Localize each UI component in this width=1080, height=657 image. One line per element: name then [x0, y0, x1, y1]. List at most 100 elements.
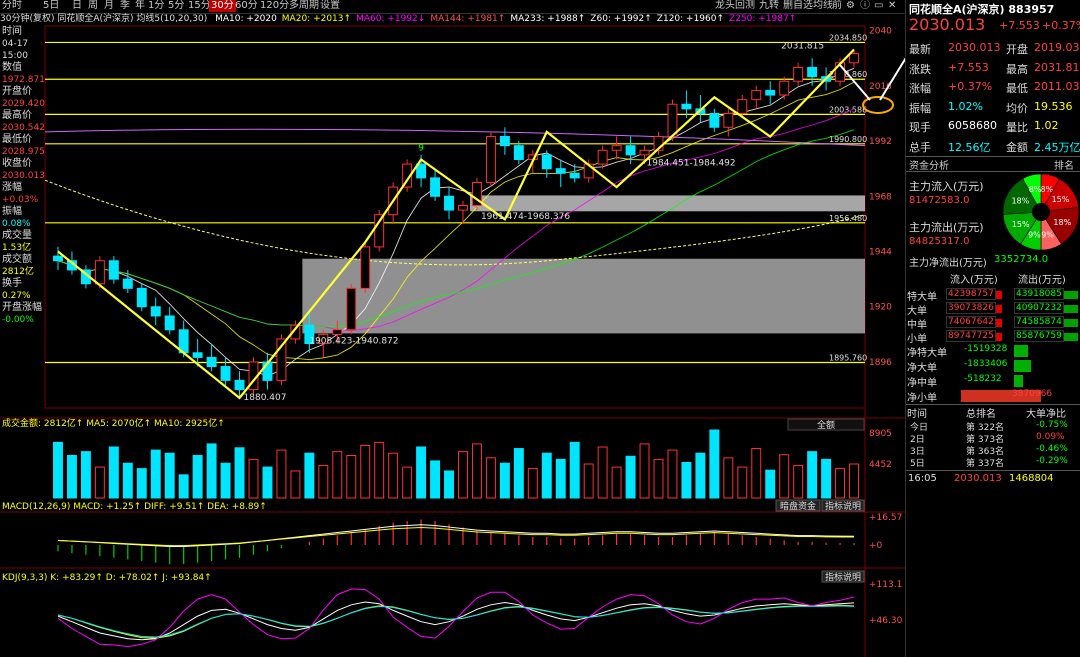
candle-body: [164, 315, 175, 331]
candle-body: [122, 278, 133, 289]
quote-k2-3: 均价: [1006, 101, 1028, 115]
candle-body: [444, 195, 454, 211]
candle-body: [765, 89, 776, 96]
kdj-line-kdj_j: [57, 588, 855, 648]
current-price: 2030.013: [909, 15, 986, 34]
box-range-label: 1961.474-1968.376: [481, 212, 570, 222]
pie-hole: [1032, 203, 1050, 221]
tick-price: 2030.013: [954, 473, 1002, 484]
flow-header-in: 流入(万元): [950, 275, 998, 286]
rank-header-2: 大单净比: [1026, 409, 1066, 420]
rank-v-1: 0.09%: [1036, 432, 1065, 442]
rank-t-3: 5日: [910, 459, 925, 469]
volume-bar: [122, 462, 133, 499]
candle-body: [430, 177, 441, 197]
volume-bar: [66, 455, 77, 499]
price-change-pct: +0.37%: [1042, 19, 1080, 32]
volume-bar: [416, 446, 427, 499]
volume-bar: [639, 443, 650, 499]
candle-body: [849, 53, 859, 64]
macd-diff-line: [57, 524, 855, 548]
high-price-label: 2031.815: [781, 41, 824, 51]
quote-k2-4: 量比: [1006, 121, 1028, 134]
net-row-value-3: 3870966: [1012, 389, 1053, 399]
quote-v2-4: 1.02: [1034, 119, 1059, 132]
inflow-value: 81472583.0: [909, 195, 970, 206]
rank-v-3: -0.29%: [1036, 456, 1068, 466]
flow-row-out-0: 43918085: [1014, 288, 1064, 300]
volume-bar: [611, 466, 622, 499]
box-range-label: 1984.451-1984.492: [647, 158, 736, 168]
btn-dark-fund-label: 暗盘资金: [780, 500, 816, 512]
flow-row-name-0: 特大单: [907, 292, 937, 303]
volume-bar: [444, 470, 454, 499]
candle-body: [136, 287, 147, 308]
net-bar: [1014, 345, 1028, 357]
rank-v-0: -0.75%: [1036, 420, 1068, 430]
quote-k1-2: 涨幅: [909, 82, 931, 95]
tab-fund-analysis[interactable]: 资金分析: [909, 157, 949, 172]
flow-out-bar: [1064, 319, 1078, 327]
price-change: +7.553: [999, 19, 1040, 32]
quote-v1-3: 1.02%: [948, 99, 983, 113]
quote-k2-0: 开盘: [1006, 43, 1028, 56]
support-box: [469, 195, 865, 212]
candle-body: [499, 135, 510, 147]
net-row-value-0: -1519328: [964, 344, 1008, 354]
tab-rank[interactable]: 排名: [1054, 157, 1074, 172]
flow-out-bar: [1064, 333, 1078, 341]
volume-bar: [136, 468, 147, 499]
volume-bar: [471, 443, 482, 499]
flow-out-bar: [1064, 305, 1078, 313]
candle-body: [374, 214, 385, 248]
candle-body: [234, 379, 245, 391]
quote-v1-2: +0.37%: [948, 80, 993, 93]
candle-body: [737, 99, 748, 114]
volume-bar: [304, 452, 315, 499]
volume-bar: [709, 429, 720, 499]
candle-body: [513, 145, 524, 160]
pie-label-1: 15%: [1052, 195, 1070, 204]
flow-row-out-3: 85876759: [1014, 330, 1064, 342]
volume-bar: [569, 441, 580, 499]
quote-v2-0: 2019.039: [1034, 41, 1080, 54]
pie-label-2: 18%: [1053, 218, 1071, 227]
volume-axis-label: 4452: [869, 460, 892, 470]
quote-v2-3: 19.536: [1034, 99, 1073, 113]
candle-body: [360, 246, 371, 289]
flow-in-bar: [996, 333, 1002, 341]
candle-body: [555, 168, 566, 174]
pie-label-4: 9%: [1028, 231, 1041, 240]
candle-body: [569, 172, 580, 179]
flow-in-bar: [996, 305, 1002, 313]
flow-row-in-2: 74067642: [946, 316, 996, 328]
flow-row-name-3: 小单: [907, 334, 927, 345]
volume-bar: [430, 460, 441, 499]
volume-bar: [53, 441, 63, 499]
volume-bar: [248, 458, 259, 499]
candle-body: [150, 306, 161, 317]
candle-body: [220, 366, 231, 381]
volume-bar: [499, 462, 510, 499]
pie-label-5: 15%: [1012, 220, 1030, 229]
candle-body: [779, 80, 790, 96]
candle-body: [108, 260, 119, 280]
candle-body: [723, 112, 734, 128]
volume-bar: [346, 455, 357, 499]
candle-body: [793, 66, 804, 82]
volume-header: 成交金额: 2812亿↑ MA5: 2070亿↑ MA10: 2925亿↑: [2, 417, 225, 429]
flow-row-out-2: 74585874: [1014, 316, 1064, 328]
rank-r-3: 第 337名: [966, 459, 1005, 469]
volume-bar: [192, 455, 203, 499]
macd-axis-label: +0: [869, 541, 883, 551]
volume-bar: [807, 451, 818, 499]
price-axis-label: 1896: [869, 358, 892, 368]
inflow-label: 主力流入(万元): [909, 180, 984, 193]
flow-row-name-2: 中单: [907, 320, 927, 331]
volume-bar: [388, 452, 399, 499]
chart-canvas[interactable]: 2034.8502018.8602003.5861990.8001956.480…: [0, 0, 905, 657]
wave-zigzag-line: [57, 48, 855, 400]
volume-bar: [625, 455, 636, 499]
fund-pie-chart: 8%15%18%9%9%15%18%8%: [1002, 173, 1080, 251]
quote-k1-3: 振幅: [909, 101, 931, 115]
